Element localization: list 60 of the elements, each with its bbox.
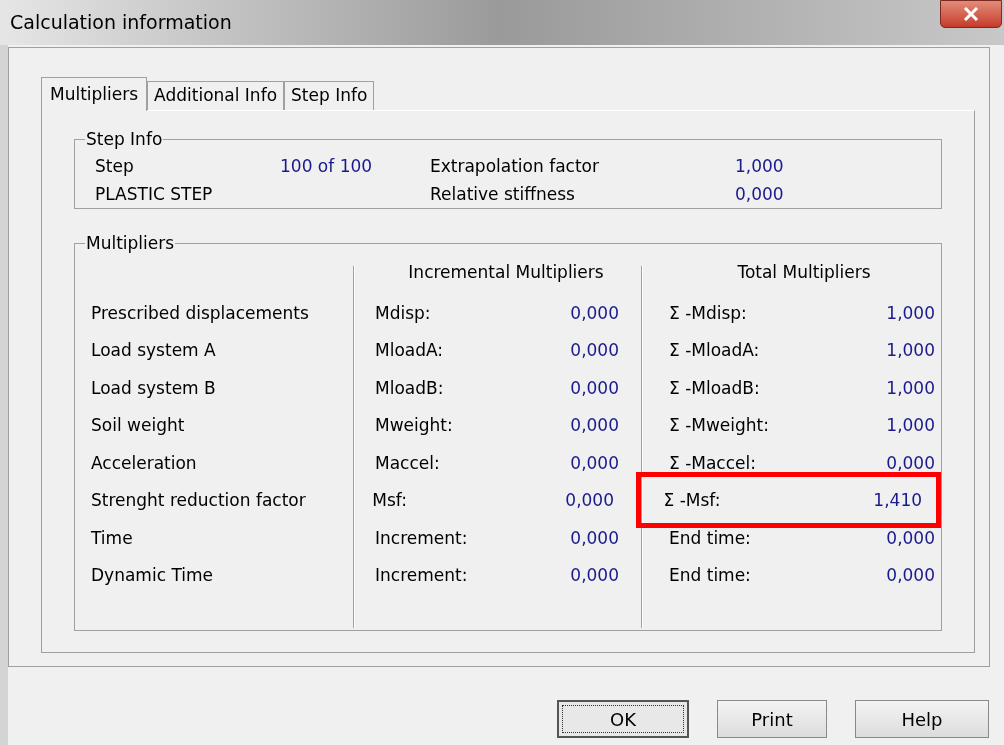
multiplier-label: MloadA: bbox=[375, 340, 445, 361]
multiplier-value: 0,000 bbox=[569, 565, 619, 586]
multiplier-value: 1,000 bbox=[886, 302, 935, 323]
multiplier-value: 0,000 bbox=[569, 302, 619, 323]
multiplier-label: Mweight: bbox=[375, 415, 454, 436]
multiplier-label: Σ -Mdisp: bbox=[669, 302, 748, 323]
multiplier-value: 0,000 bbox=[569, 527, 619, 548]
multiplier-label: Σ -Mweight: bbox=[669, 415, 770, 436]
row-label: Time bbox=[90, 527, 134, 548]
multiplier-label: Σ -Maccel: bbox=[669, 452, 757, 473]
window-title: Calculation information bbox=[10, 10, 232, 36]
field-value: 100 of 100 bbox=[280, 156, 374, 176]
multiplier-value: 1,410 bbox=[873, 490, 922, 511]
multiplier-value: 1,000 bbox=[886, 415, 935, 436]
multiplier-label: Σ -MloadA: bbox=[669, 340, 761, 361]
multiplier-label: Σ -Msf: bbox=[663, 490, 722, 511]
tab[interactable]: Step Info bbox=[284, 81, 375, 110]
multiplier-value: 0,000 bbox=[886, 527, 935, 548]
multiplier-value: 0,000 bbox=[886, 565, 935, 586]
field-value: 0,000 bbox=[735, 184, 785, 204]
multiplier-value: 0,000 bbox=[569, 377, 619, 398]
field-label: Extrapolation factor bbox=[430, 156, 600, 176]
close-button[interactable] bbox=[940, 0, 1002, 28]
multiplier-label: Σ -MloadB: bbox=[669, 377, 761, 398]
field-label: PLASTIC STEP bbox=[95, 184, 214, 204]
group-title: Step Info bbox=[85, 129, 164, 149]
tab[interactable]: Multipliers bbox=[41, 77, 148, 111]
multiplier-value: 1,000 bbox=[886, 340, 935, 361]
multiplier-label: End time: bbox=[669, 565, 752, 586]
multiplier-value: 0,000 bbox=[564, 490, 614, 511]
dialog-button[interactable]: Print bbox=[717, 700, 827, 738]
multiplier-value: 0,000 bbox=[569, 415, 619, 436]
row-label: Soil weight bbox=[90, 415, 186, 436]
row-label: Dynamic Time bbox=[90, 565, 214, 586]
multiplier-value: 0,000 bbox=[569, 452, 619, 473]
multiplier-value: 0,000 bbox=[886, 452, 935, 473]
multiplier-label: End time: bbox=[669, 527, 752, 548]
row-label: Acceleration bbox=[90, 452, 198, 473]
dialog-button[interactable]: Help bbox=[855, 700, 989, 738]
field-value: 1,000 bbox=[735, 156, 785, 176]
dialog-button[interactable]: OK bbox=[557, 700, 689, 738]
column-header: Total Multipliers bbox=[736, 261, 872, 284]
row-label: Load system B bbox=[90, 377, 217, 398]
multiplier-label: Increment: bbox=[375, 565, 469, 586]
close-icon bbox=[963, 7, 979, 21]
row-label: Prescribed displacements bbox=[90, 302, 310, 323]
multiplier-label: Maccel: bbox=[375, 452, 441, 473]
tab[interactable]: Additional Info bbox=[147, 81, 285, 110]
multiplier-value: 1,000 bbox=[886, 377, 935, 398]
multiplier-label: Increment: bbox=[375, 527, 469, 548]
field-label: Relative stiffness bbox=[430, 184, 576, 204]
column-header: Incremental Multipliers bbox=[407, 261, 605, 284]
row-label: Strenght reduction factor bbox=[90, 490, 307, 511]
multiplier-label: Msf: bbox=[372, 490, 408, 511]
multiplier-label: Mdisp: bbox=[375, 302, 432, 323]
multiplier-value: 0,000 bbox=[569, 340, 619, 361]
group-title: Multipliers bbox=[85, 233, 176, 253]
row-label: Load system A bbox=[90, 340, 217, 361]
multiplier-label: MloadB: bbox=[375, 377, 445, 398]
field-label: Step bbox=[95, 156, 135, 176]
